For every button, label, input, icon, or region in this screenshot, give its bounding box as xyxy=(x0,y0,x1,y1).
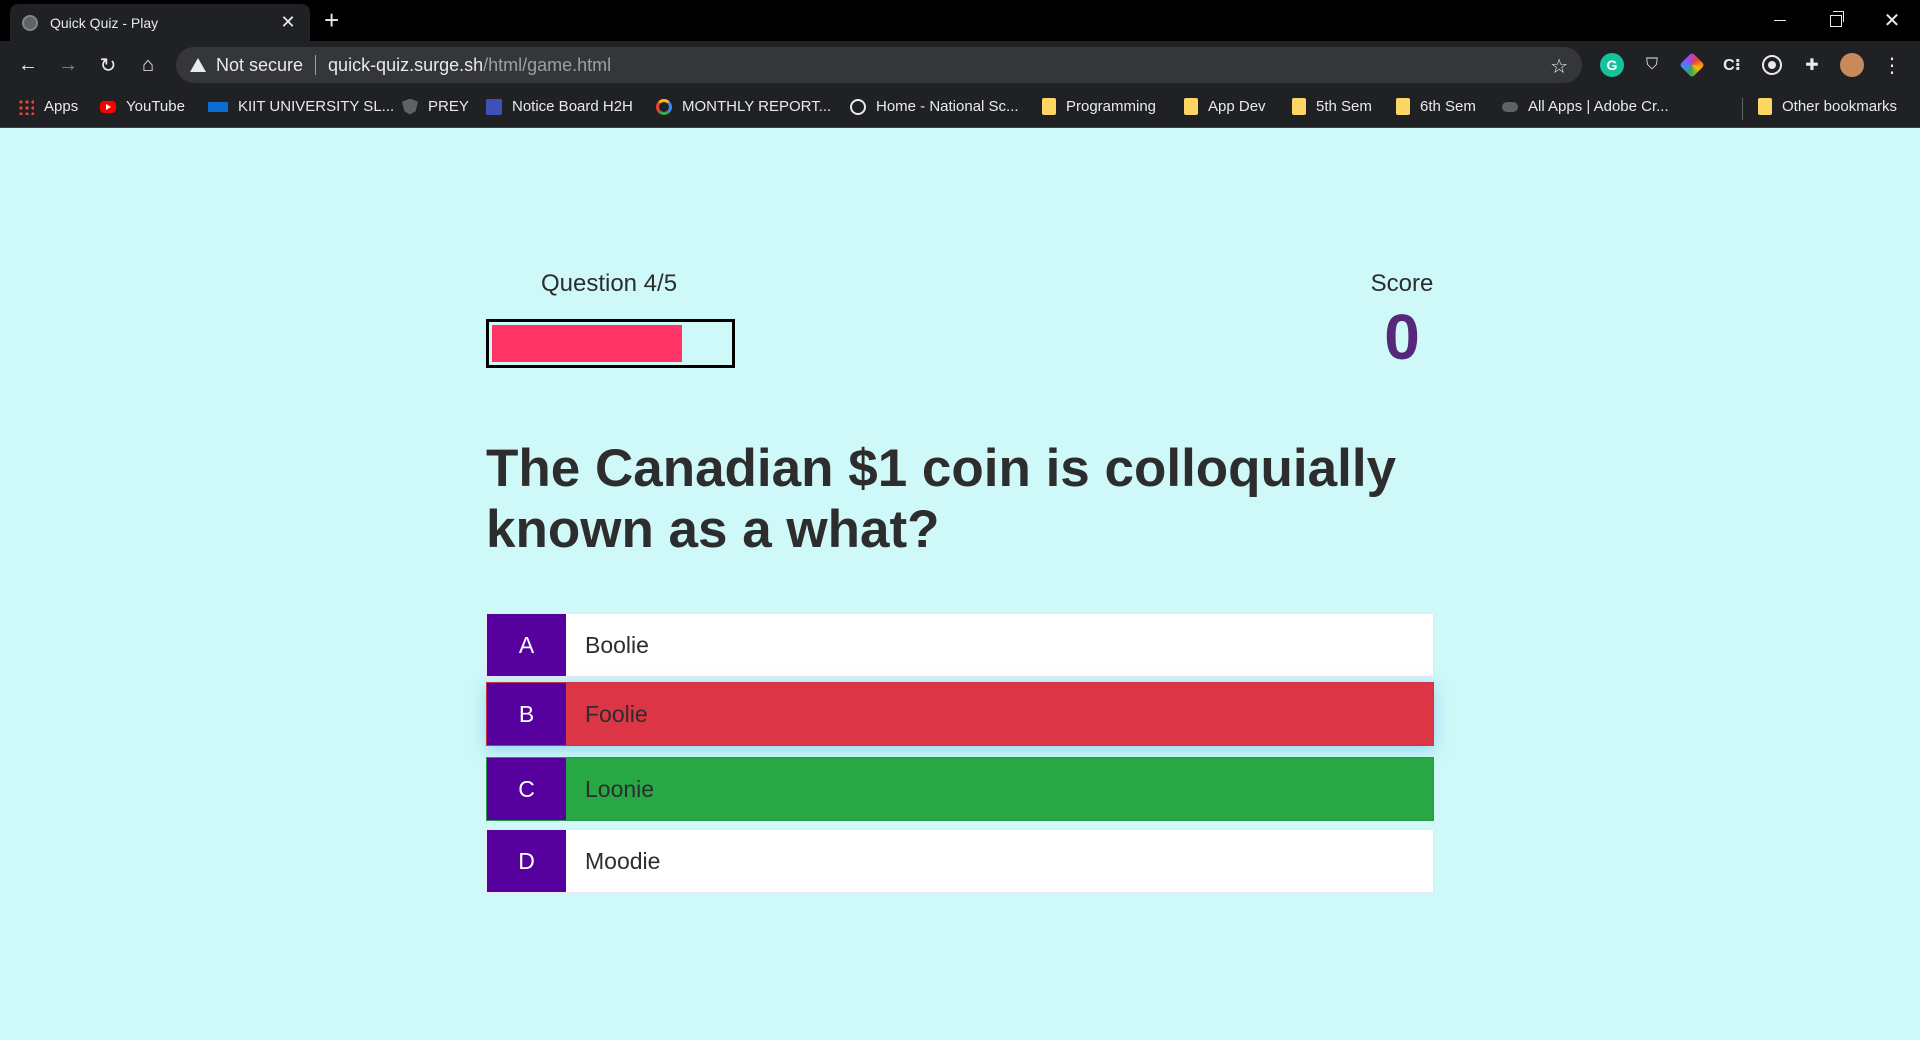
address-bar[interactable]: Not secure quick-quiz.surge.sh/html/game… xyxy=(176,47,1582,83)
choice-text: Foolie xyxy=(585,700,648,727)
choice-c[interactable]: C Loonie xyxy=(486,757,1434,821)
progress-text: Question 4/5 xyxy=(540,270,678,297)
bookmark-label: Programming xyxy=(1066,98,1157,115)
bookmark-label: KIIT UNIVERSITY SL... xyxy=(238,98,395,115)
browser-toolbar: ← → ↻ ⌂ Not secure quick-quiz.surge.sh/h… xyxy=(0,41,1920,88)
youtube-icon xyxy=(100,100,116,113)
folder-icon xyxy=(1396,98,1410,115)
progress-bar-fill xyxy=(492,325,682,362)
target-extension-icon[interactable] xyxy=(1762,55,1782,75)
back-button[interactable]: ← xyxy=(14,51,42,79)
warning-icon[interactable] xyxy=(190,58,206,72)
shield-icon xyxy=(402,98,418,115)
bookmark-label: Notice Board H2H xyxy=(512,98,633,115)
adobe-cloud-icon xyxy=(1502,101,1518,112)
bookmark-label: 5th Sem xyxy=(1316,98,1372,115)
choice-text: Moodie xyxy=(585,847,661,874)
minimize-icon xyxy=(1774,20,1786,21)
globe-icon xyxy=(850,98,866,115)
bookmark-5th-sem[interactable]: 5th Sem xyxy=(1292,98,1372,115)
forward-button[interactable]: → xyxy=(54,51,82,79)
score-label: Score xyxy=(1370,270,1434,297)
bookmarks-divider xyxy=(1742,98,1743,120)
globe-favicon-icon xyxy=(22,14,38,31)
bookmark-label: App Dev xyxy=(1208,98,1266,115)
sap-icon xyxy=(208,101,228,112)
grammarly-icon[interactable]: G xyxy=(1600,53,1624,77)
bookmark-label: Other bookmarks xyxy=(1782,98,1898,115)
bookmark-label: MONTHLY REPORT... xyxy=(682,98,832,115)
tab-title: Quick Quiz - Play xyxy=(50,14,159,31)
tab-strip: Quick Quiz - Play ✕ + ✕ xyxy=(0,0,1920,41)
reload-button[interactable]: ↻ xyxy=(94,51,122,79)
folder-icon xyxy=(1292,98,1306,115)
minimize-window-button[interactable] xyxy=(1752,0,1808,41)
progress-bar xyxy=(486,319,735,368)
url-host: quick-quiz.surge.sh xyxy=(328,54,484,75)
bookmark-label: Home - National Sc... xyxy=(876,98,1019,115)
bookmark-label: YouTube xyxy=(126,98,185,115)
address-divider xyxy=(315,55,317,75)
choice-a[interactable]: A Boolie xyxy=(486,613,1434,677)
new-tab-button[interactable]: + xyxy=(324,7,339,33)
board-icon xyxy=(486,98,502,115)
home-button[interactable]: ⌂ xyxy=(134,51,162,79)
bookmark-label: PREY xyxy=(428,98,469,115)
url-path: /html/game.html xyxy=(483,54,612,75)
security-status[interactable]: Not secure xyxy=(216,55,303,76)
bookmark-programming[interactable]: Programming xyxy=(1042,98,1156,115)
choice-prefix: A xyxy=(487,614,566,676)
apps-grid-icon xyxy=(18,98,34,115)
puzzle-extensions-icon[interactable]: ✚ xyxy=(1800,53,1824,77)
choice-text: Boolie xyxy=(585,631,649,658)
bookmark-star-icon[interactable]: ☆ xyxy=(1550,54,1568,79)
bookmark-notice-board[interactable]: Notice Board H2H xyxy=(486,98,633,115)
score-value: 0 xyxy=(1384,301,1420,373)
shield-extension-icon[interactable]: ⛉ xyxy=(1640,53,1664,77)
bookmark-6th-sem[interactable]: 6th Sem xyxy=(1396,98,1476,115)
bookmark-youtube[interactable]: YouTube xyxy=(100,98,185,115)
bookmark-apps[interactable]: Apps xyxy=(18,98,78,115)
profile-avatar[interactable] xyxy=(1840,53,1864,77)
folder-icon xyxy=(1758,98,1772,115)
choice-text: Loonie xyxy=(585,775,655,802)
close-window-button[interactable]: ✕ xyxy=(1864,0,1920,41)
choice-d[interactable]: D Moodie xyxy=(486,829,1434,893)
folder-icon xyxy=(1184,98,1198,115)
bookmark-home-national[interactable]: Home - National Sc... xyxy=(850,98,1019,115)
choice-prefix: C xyxy=(487,758,566,820)
colorful-extension-icon[interactable] xyxy=(1679,52,1705,78)
restore-window-button[interactable] xyxy=(1808,0,1864,41)
bookmark-label: All Apps | Adobe Cr... xyxy=(1528,98,1669,115)
bookmark-prey[interactable]: PREY xyxy=(402,98,469,115)
bookmark-monthly-report[interactable]: MONTHLY REPORT... xyxy=(656,98,831,115)
bookmark-label: 6th Sem xyxy=(1420,98,1476,115)
bookmark-app-dev[interactable]: App Dev xyxy=(1184,98,1266,115)
bookmark-adobe[interactable]: All Apps | Adobe Cr... xyxy=(1502,98,1669,115)
restore-icon xyxy=(1830,10,1844,27)
choice-b[interactable]: B Foolie xyxy=(486,682,1434,746)
c-extension-icon[interactable]: C⁝ xyxy=(1720,53,1744,77)
browser-tab[interactable]: Quick Quiz - Play ✕ xyxy=(10,4,310,41)
ring-icon xyxy=(656,98,672,115)
bookmark-kiit[interactable]: KIIT UNIVERSITY SL... xyxy=(208,98,394,115)
choice-prefix: D xyxy=(487,830,566,892)
folder-icon xyxy=(1042,98,1056,115)
bookmark-label: Apps xyxy=(44,98,79,115)
question-text: The Canadian $1 coin is colloquially kno… xyxy=(486,439,1397,559)
choice-prefix: B xyxy=(487,683,566,745)
close-tab-icon[interactable]: ✕ xyxy=(278,12,298,33)
bookmark-other[interactable]: Other bookmarks xyxy=(1758,98,1897,115)
menu-kebab-icon[interactable]: ⋮ xyxy=(1880,53,1904,77)
bookmarks-bar: Apps YouTube KIIT UNIVERSITY SL... PREY … xyxy=(0,88,1920,128)
